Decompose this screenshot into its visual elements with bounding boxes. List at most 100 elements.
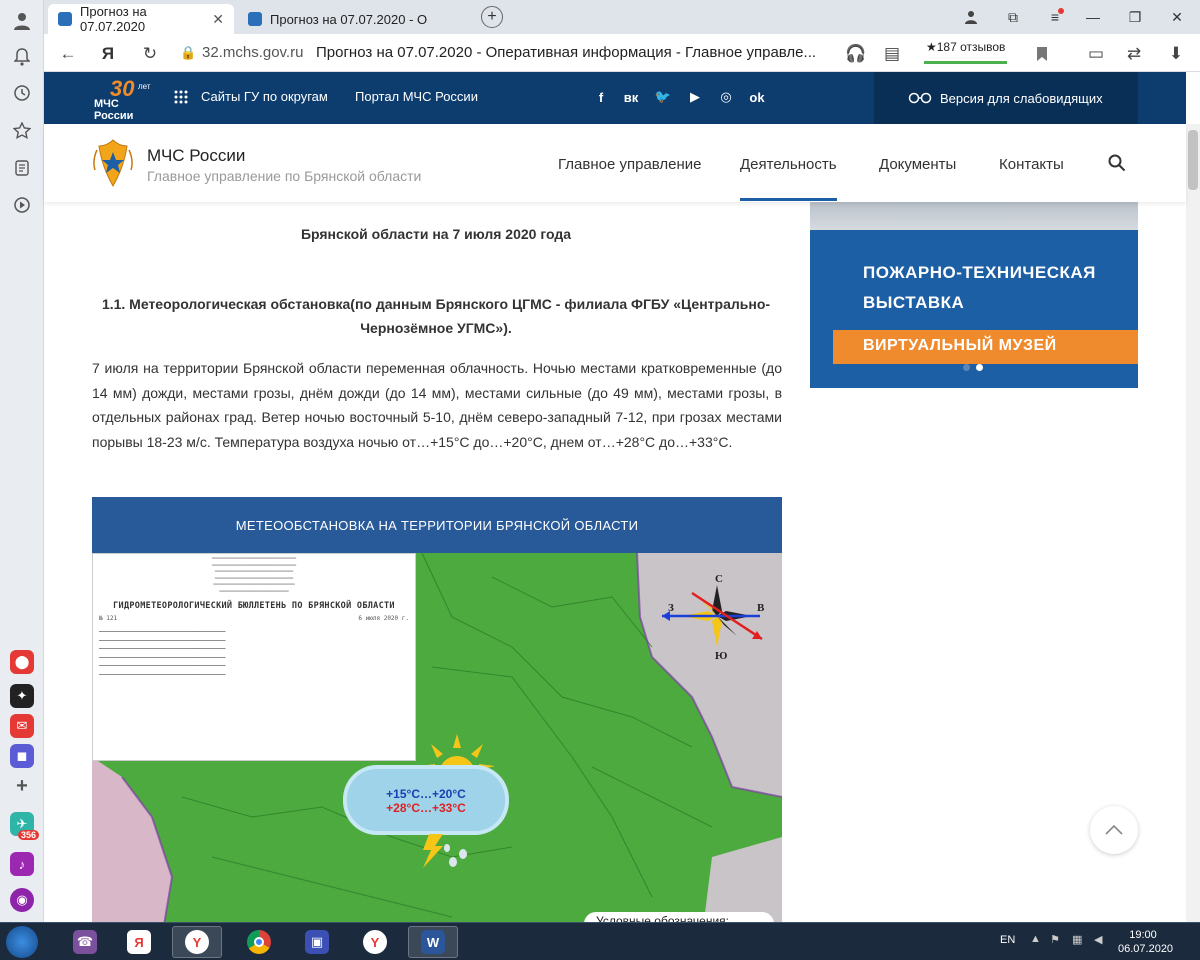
main-content: Брянской области на 7 июля 2020 года 1.1… <box>44 202 1186 922</box>
profile-icon[interactable] <box>9 8 35 34</box>
promo-line1: ПОЖАРНО-ТЕХНИЧЕСКАЯ <box>863 263 1096 282</box>
menu-dot <box>1058 8 1064 14</box>
map-pin-icon[interactable]: ⬤ <box>10 650 34 674</box>
bulletin-title: ГИДРОМЕТЕОРОЛОГИЧЕСКИЙ БЮЛЛЕТЕНЬ ПО БРЯН… <box>113 601 395 611</box>
volume-icon[interactable]: ◀ <box>1094 933 1108 947</box>
address-bar: ← Я ↻ 🔒 32.mchs.gov.ru Прогноз на 07.07.… <box>44 34 1200 72</box>
site-header: МЧС России Главное управление по Брянско… <box>44 124 1186 202</box>
compass-north: С <box>715 573 723 585</box>
collections-icon[interactable]: ⧉ <box>1002 6 1024 28</box>
bulletin-meta: № 121 6 июля 2020 г. <box>93 611 415 626</box>
close-icon[interactable]: ✕ <box>212 11 224 28</box>
video-icon[interactable] <box>9 192 35 218</box>
brand-subtitle: Главное управление по Брянской области <box>147 168 422 184</box>
language-indicator[interactable]: EN <box>1000 934 1015 946</box>
reviews-button[interactable]: ★187 отзывов <box>924 40 1008 64</box>
odnoklassniki-icon[interactable]: ok <box>748 88 766 106</box>
minimize-icon[interactable]: — <box>1082 6 1104 28</box>
tab-inactive[interactable]: Прогноз на 07.07.2020 - О <box>238 4 434 34</box>
weather-map-image[interactable]: МЕТЕООБСТАНОВКА НА ТЕРРИТОРИИ БРЯНСКОЙ О… <box>92 497 782 922</box>
account-icon[interactable] <box>960 6 982 28</box>
glasses-icon <box>908 92 932 104</box>
star-icon[interactable] <box>9 118 35 144</box>
page-scrollbar[interactable] <box>1186 124 1200 922</box>
chrome-taskbar-icon[interactable] <box>234 926 284 958</box>
restore-icon[interactable]: ❐ <box>1124 6 1146 28</box>
tray-expand-icon[interactable]: ▲ <box>1030 933 1044 947</box>
browser-sidebar: ⬤ ✦ ✉ ◼ + ✈ 356 ♪ ◉ <box>0 0 44 922</box>
viber-taskbar-icon[interactable]: ☎ <box>60 926 110 958</box>
yandex-logo-icon[interactable]: Я <box>96 42 120 66</box>
history-icon[interactable] <box>9 80 35 106</box>
menu-contacts[interactable]: Контакты <box>999 156 1064 173</box>
clock-date: 06.07.2020 <box>1118 943 1174 955</box>
promo-title: ПОЖАРНО-ТЕХНИЧЕСКАЯ ВЫСТАВКА <box>863 258 1096 318</box>
system-clock[interactable]: 19:00 06.07.2020 <box>1118 928 1174 956</box>
scrollbar-thumb[interactable] <box>1188 130 1198 190</box>
mchs-emblem-icon[interactable] <box>92 138 134 190</box>
map-legend: Условные обозначения: <box>584 912 774 922</box>
word-taskbar-icon[interactable]: W <box>408 926 458 958</box>
music-app-icon[interactable]: ♪ <box>10 852 34 876</box>
compass-west: З <box>668 602 674 614</box>
logo-text: МЧС России <box>94 98 134 122</box>
notification-badge: 356 <box>18 830 40 840</box>
add-icon[interactable]: + <box>10 774 34 798</box>
assistant-icon[interactable]: ◉ <box>10 888 34 912</box>
mchs-favicon-icon <box>248 12 262 26</box>
new-tab-button[interactable]: + <box>481 6 503 28</box>
mchs-portal-link[interactable]: Портал МЧС России <box>355 89 478 104</box>
menu-documents[interactable]: Документы <box>879 156 956 173</box>
start-button[interactable] <box>6 926 38 958</box>
headphones-icon[interactable]: 🎧 <box>844 42 868 66</box>
network-icon[interactable]: ▦ <box>1072 933 1086 947</box>
floppy-taskbar-icon[interactable]: ▣ <box>292 926 342 958</box>
vk-icon[interactable]: вк <box>622 88 640 106</box>
twitter-icon[interactable]: 🐦 <box>654 88 672 106</box>
reload-icon[interactable]: ↻ <box>138 42 162 66</box>
screenshot-icon[interactable]: ▭ <box>1084 42 1108 66</box>
brand-title[interactable]: МЧС России <box>147 146 245 166</box>
facebook-icon[interactable]: f <box>592 88 610 106</box>
yandex-browser-taskbar-icon[interactable]: Y <box>172 926 222 958</box>
logo-suffix: лет <box>138 82 151 91</box>
flag-icon[interactable]: ⚑ <box>1050 933 1064 947</box>
site-top-bar: 30 лет МЧС России Сайты ГУ по округам По… <box>44 72 1186 124</box>
collections-icon[interactable] <box>9 155 35 181</box>
bulletin-date: 6 июля 2020 г. <box>358 615 409 622</box>
bookmark-icon[interactable] <box>1030 42 1054 66</box>
grid-icon[interactable] <box>174 90 188 104</box>
day-temperature: +28°C…+33°C <box>386 801 466 815</box>
url-page-title[interactable]: Прогноз на 07.07.2020 - Оперативная инфо… <box>316 44 816 61</box>
bell-icon[interactable] <box>9 44 35 70</box>
instagram-icon[interactable]: ◎ <box>717 88 735 106</box>
back-arrow-icon[interactable]: ← <box>56 42 80 66</box>
slider-dot-active[interactable] <box>976 364 983 371</box>
tab-title: Прогноз на 07.07.2020 <box>80 4 147 34</box>
menu-main-office[interactable]: Главное управление <box>558 156 702 173</box>
reader-icon[interactable]: ▤ <box>880 42 904 66</box>
mail-icon[interactable]: ✉ <box>10 714 34 738</box>
map-banner: МЕТЕООБСТАНОВКА НА ТЕРРИТОРИИ БРЯНСКОЙ О… <box>92 497 782 553</box>
menu-activity[interactable]: Деятельность <box>740 156 837 201</box>
download-icon[interactable]: ⬇ <box>1164 42 1188 66</box>
url-domain[interactable]: 32.mchs.gov.ru <box>202 44 303 61</box>
low-vision-button[interactable]: Версия для слабовидящих <box>874 72 1138 124</box>
tab-active[interactable]: Прогноз на 07.07.2020 ✕ <box>48 4 234 34</box>
messenger-icon[interactable]: ◼ <box>10 744 34 768</box>
yandex-browser2-taskbar-icon[interactable]: Y <box>350 926 400 958</box>
search-icon[interactable] <box>1108 154 1126 172</box>
lock-icon[interactable]: 🔒 <box>180 45 196 61</box>
wind-compass-icon: С Ю З В <box>662 573 765 659</box>
sparkle-icon[interactable]: ✦ <box>10 684 34 708</box>
mchs-30-logo[interactable]: 30 лет МЧС России <box>88 76 158 122</box>
slider-dot[interactable] <box>963 364 970 371</box>
low-vision-label: Версия для слабовидящих <box>940 90 1103 106</box>
close-window-icon[interactable]: ✕ <box>1166 6 1188 28</box>
youtube-icon[interactable]: ▶ <box>686 88 704 106</box>
translate-icon[interactable]: ⇄ <box>1122 42 1146 66</box>
regional-sites-link[interactable]: Сайты ГУ по округам <box>201 89 328 104</box>
yandex-taskbar-icon[interactable]: Я <box>114 926 164 958</box>
scroll-to-top-button[interactable] <box>1090 806 1138 854</box>
museum-promo-banner[interactable]: ПОЖАРНО-ТЕХНИЧЕСКАЯ ВЫСТАВКА ВИРТУАЛЬНЫЙ… <box>810 202 1138 388</box>
